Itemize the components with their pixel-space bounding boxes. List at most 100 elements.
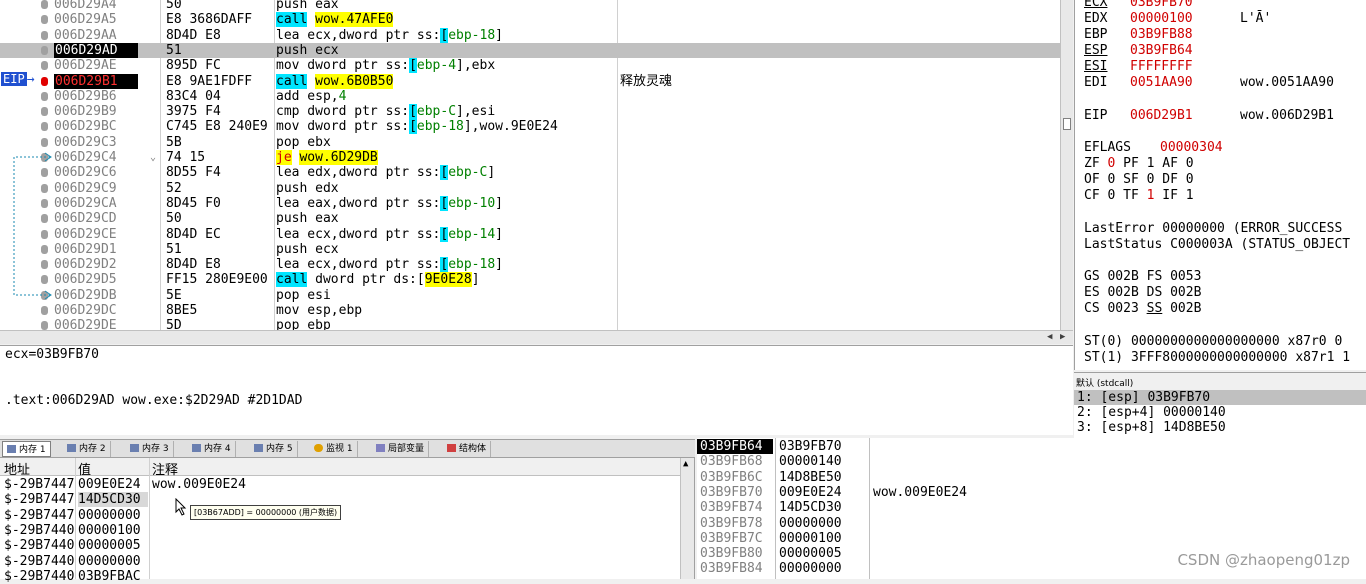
- disasm-address[interactable]: 006D29AD: [54, 42, 138, 58]
- disasm-address[interactable]: 006D29A5: [54, 12, 138, 27]
- disasm-bytes[interactable]: 8BE5: [166, 303, 274, 318]
- disasm-address[interactable]: 006D29A4: [54, 0, 138, 12]
- stack-address[interactable]: 03B9FB74: [700, 500, 772, 515]
- dump-address[interactable]: $-29B7447: [4, 508, 76, 523]
- disasm-row[interactable]: 006D29B9 3975 F4 cmp dword ptr ss:[ebp-C],…: [0, 104, 1060, 120]
- column-header-value[interactable]: 值: [78, 459, 91, 478]
- disasm-instruction[interactable]: pop ebp: [276, 318, 616, 330]
- register-esp[interactable]: ESP 03B9FB64: [1084, 43, 1240, 58]
- dump-address[interactable]: $-29B7440: [4, 538, 76, 553]
- scroll-thumb[interactable]: [1063, 118, 1071, 130]
- disasm-instruction[interactable]: lea edx,dword ptr ss:[ebp-C]: [276, 165, 616, 181]
- disasm-address[interactable]: 006D29AE: [54, 58, 138, 73]
- column-header-address[interactable]: 地址: [4, 459, 30, 478]
- register-edi[interactable]: EDI 0051AA90 wow.0051AA90: [1084, 75, 1334, 90]
- disasm-address[interactable]: 006D29DB: [54, 288, 138, 303]
- segment-row[interactable]: ES 002B DS 002B: [1084, 285, 1201, 300]
- disasm-bytes[interactable]: 8D45 F0: [166, 196, 274, 211]
- dump-address[interactable]: $-29B7440: [4, 523, 76, 538]
- stack-value[interactable]: 00000000: [779, 516, 842, 531]
- breakpoint-slot-icon[interactable]: [41, 107, 48, 117]
- disasm-row[interactable]: 006D29BC C745 E8 240E9 mov dword ptr ss:[e…: [0, 119, 1060, 135]
- disasm-address[interactable]: 006D29B9: [54, 104, 138, 119]
- registers-pane[interactable]: ECX 03B9FB70 EDX 00000100 L'Ā' EBP 03B9FB88 ESP…: [1074, 0, 1366, 370]
- disasm-address[interactable]: 006D29CA: [54, 196, 138, 211]
- dump-value[interactable]: 009E0E24: [78, 477, 148, 492]
- disasm-row[interactable]: 006D29CE 8D4D EC lea ecx,dword ptr ss:[ebp…: [0, 226, 1060, 242]
- breakpoint-slot-icon[interactable]: [41, 30, 48, 40]
- disasm-address[interactable]: 006D29D1: [54, 242, 138, 257]
- dump-value[interactable]: 00000000: [78, 508, 148, 523]
- breakpoint-slot-icon[interactable]: [41, 306, 48, 315]
- disasm-bytes[interactable]: E8 9AE1FDFF: [166, 74, 274, 89]
- dump-vscrollbar[interactable]: ▲: [680, 458, 694, 579]
- disasm-instruction[interactable]: push eax: [276, 0, 616, 12]
- register-eflags[interactable]: EFLAGS 00000304: [1084, 140, 1223, 155]
- call-convention-header[interactable]: 默认 (stdcall): [1074, 373, 1366, 390]
- scroll-right-icon[interactable]: ▶: [1060, 332, 1065, 342]
- breakpoint-slot-icon[interactable]: [41, 122, 48, 132]
- disasm-instruction[interactable]: lea eax,dword ptr ss:[ebp-10]: [276, 195, 616, 211]
- disasm-instruction[interactable]: lea ecx,dword ptr ss:[ebp-14]: [276, 226, 616, 242]
- stack-value[interactable]: 03B9FB70: [779, 439, 842, 454]
- disasm-bytes[interactable]: FF15 280E9E00: [166, 272, 274, 287]
- disasm-row[interactable]: 006D29C6 8D55 F4 lea edx,dword ptr ss:[ebp…: [0, 165, 1060, 181]
- disasm-bytes[interactable]: 83C4 04: [166, 89, 274, 104]
- disasm-instruction[interactable]: pop ebx: [276, 135, 616, 150]
- register-ecx[interactable]: ECX 03B9FB70: [1084, 0, 1240, 10]
- disasm-instruction[interactable]: je wow.6D29DB: [276, 150, 616, 165]
- disasm-bytes[interactable]: 51: [166, 242, 274, 257]
- dump-value[interactable]: 00000005: [78, 538, 148, 553]
- column-header-comment[interactable]: 注释: [152, 459, 178, 478]
- disasm-instruction[interactable]: push edx: [276, 181, 616, 196]
- dump-value[interactable]: 00000000: [78, 554, 148, 569]
- disasm-row[interactable]: 006D29CD 50 push eax: [0, 211, 1060, 226]
- disasm-address[interactable]: 006D29B6: [54, 89, 138, 104]
- breakpoint-slot-icon[interactable]: [41, 137, 48, 147]
- flags-row[interactable]: OF 0 SF 0 DF 0: [1084, 172, 1194, 187]
- disasm-comment[interactable]: 释放灵魂: [620, 74, 672, 89]
- disasm-address[interactable]: 006D29CD: [54, 211, 138, 226]
- flags-row[interactable]: CF 0 TF 1 IF 1: [1084, 188, 1194, 203]
- disasm-bytes[interactable]: 50: [166, 0, 274, 12]
- tab-3[interactable]: 内存 3: [126, 441, 174, 457]
- disasm-row[interactable]: 006D29C9 52 push edx: [0, 181, 1060, 196]
- stack-address[interactable]: 03B9FB6C: [700, 470, 772, 485]
- register-edx[interactable]: EDX 00000100 L'Ā': [1084, 11, 1271, 26]
- disasm-address[interactable]: 006D29C3: [54, 135, 138, 150]
- fpu-row[interactable]: ST(1) 3FFF8000000000000000 x87r1 1: [1084, 350, 1350, 365]
- stack-value[interactable]: 00000005: [779, 546, 842, 561]
- disasm-instruction[interactable]: mov esp,ebp: [276, 303, 616, 318]
- flags-row[interactable]: ZF 0 PF 1 AF 0: [1084, 156, 1194, 171]
- breakpoint-slot-icon[interactable]: [41, 61, 48, 71]
- stack-address[interactable]: 03B9FB7C: [700, 531, 772, 546]
- tab-7[interactable]: 局部变量: [372, 441, 430, 457]
- disasm-row[interactable]: 006D29A4 50 push eax: [0, 0, 1060, 12]
- disassembly-vscrollbar[interactable]: [1060, 0, 1073, 330]
- disasm-bytes[interactable]: 51: [166, 43, 274, 58]
- disasm-address[interactable]: 006D29C9: [54, 181, 138, 196]
- disasm-bytes[interactable]: 8D4D EC: [166, 227, 274, 242]
- disasm-instruction[interactable]: lea ecx,dword ptr ss:[ebp-18]: [276, 257, 616, 273]
- disasm-address[interactable]: 006D29D5: [54, 272, 138, 287]
- disasm-row[interactable]: 006D29B1 E8 9AE1FDFF call wow.6B0B50 释放灵魂: [0, 73, 1060, 89]
- disasm-address[interactable]: 006D29DE: [54, 318, 138, 330]
- breakpoint-slot-icon[interactable]: [41, 321, 48, 330]
- stack-value[interactable]: 14D5CD30: [779, 500, 842, 515]
- disasm-address[interactable]: 006D29DC: [54, 303, 138, 318]
- disasm-instruction[interactable]: pop esi: [276, 288, 616, 303]
- fpu-row[interactable]: ST(0) 0000000000000000000 x87r0 0: [1084, 334, 1342, 349]
- disasm-instruction[interactable]: mov dword ptr ss:[ebp-18],wow.9E0E24: [276, 119, 616, 135]
- tab-1[interactable]: 内存 1: [2, 441, 51, 457]
- tab-4[interactable]: 内存 4: [188, 441, 236, 457]
- call-arg-row[interactable]: 2: [esp+4] 00000140: [1077, 405, 1226, 420]
- stack-value[interactable]: 14D8BE50: [779, 470, 842, 485]
- disasm-instruction[interactable]: call wow.6B0B50: [276, 73, 616, 89]
- breakpoint-slot-icon[interactable]: [41, 91, 48, 101]
- dump-value[interactable]: 03B9FBAC: [78, 569, 148, 584]
- disasm-row[interactable]: 006D29AE 895D FC mov dword ptr ss:[ebp-4],…: [0, 58, 1060, 74]
- disasm-bytes[interactable]: 52: [166, 181, 274, 196]
- disassembly-pane[interactable]: 006D29A4 50 push eax 006D29A5 E8 3686DAFF cal…: [0, 0, 1060, 330]
- disasm-row[interactable]: 006D29A5 E8 3686DAFF call wow.47AFE0: [0, 12, 1060, 28]
- dump-value[interactable]: 00000100: [78, 523, 148, 538]
